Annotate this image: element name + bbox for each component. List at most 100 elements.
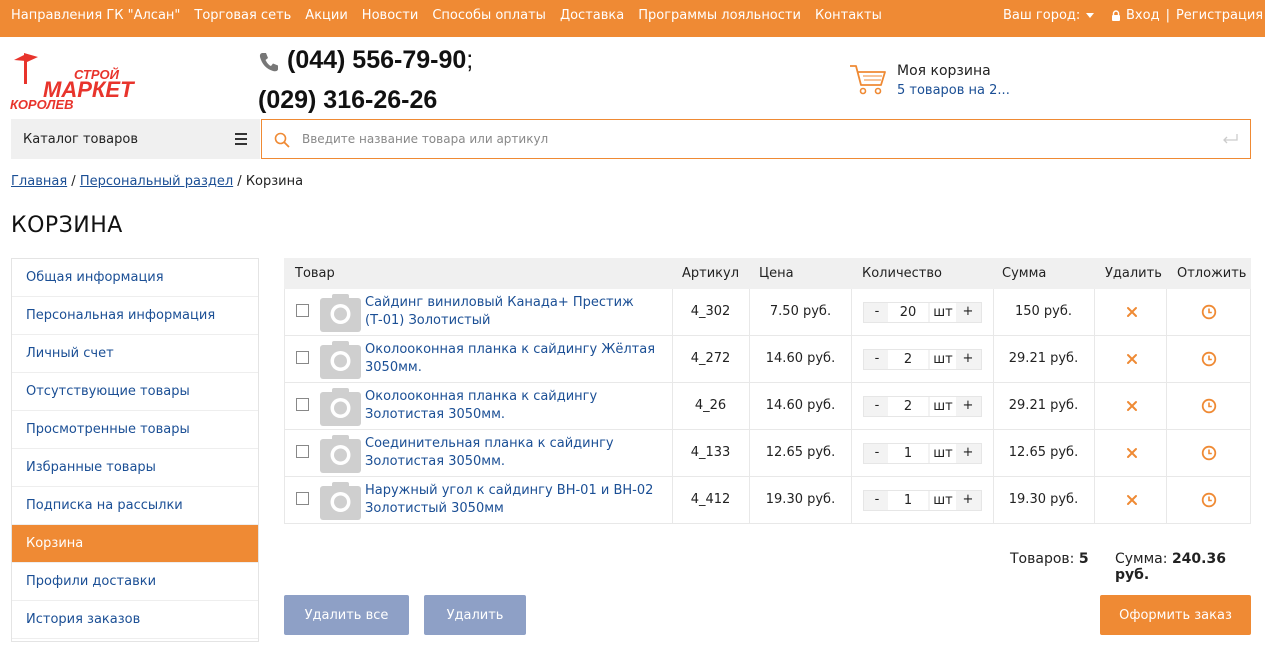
quantity-increase-button[interactable]: + bbox=[958, 304, 978, 319]
search-input[interactable] bbox=[302, 128, 1202, 150]
cart-summary-link[interactable]: 5 товаров на 2... bbox=[897, 83, 1010, 98]
row-checkbox[interactable] bbox=[296, 351, 309, 364]
column-divider bbox=[1094, 336, 1095, 383]
product-name-link[interactable]: Околооконная планка к сайдингу Золотиста… bbox=[365, 388, 665, 424]
logo[interactable]: СТРОЙ МАРКЕТ КОРОЛЕВ bbox=[10, 52, 140, 110]
topnav-link-promos[interactable]: Акции bbox=[305, 8, 348, 23]
table-row: Наружный угол к сайдингу ВН-01 и ВН-02 З… bbox=[284, 477, 1251, 524]
product-name-link[interactable]: Сайдинг виниловый Канада+ Престиж (Т-01)… bbox=[365, 294, 665, 330]
quantity-increase-button[interactable]: + bbox=[958, 492, 978, 507]
product-name-link[interactable]: Околооконная планка к сайдингу Жёлтая 30… bbox=[365, 341, 665, 377]
login-link[interactable]: Вход bbox=[1126, 8, 1160, 23]
quantity-decrease-button[interactable]: - bbox=[867, 351, 887, 366]
topnav-link-payment[interactable]: Способы оплаты bbox=[432, 8, 546, 23]
topnav-link-delivery[interactable]: Доставка bbox=[560, 8, 624, 23]
quantity-input[interactable]: 1 bbox=[888, 444, 928, 463]
phone-separator: ; bbox=[466, 46, 474, 74]
sidebar: Общая информация Персональная информация… bbox=[11, 258, 259, 642]
clock-icon[interactable] bbox=[1201, 398, 1217, 414]
quantity-unit: шт bbox=[930, 444, 956, 463]
svg-text:КОРОЛЕВ: КОРОЛЕВ bbox=[10, 97, 74, 110]
phone-secondary[interactable]: (029) 316-26-26 bbox=[258, 86, 437, 115]
sidebar-item-missing[interactable]: Отсутствующие товары bbox=[12, 373, 258, 411]
product-name-link[interactable]: Соединительная планка к сайдингу Золотис… bbox=[365, 435, 665, 471]
close-icon[interactable] bbox=[1125, 305, 1139, 319]
topnav-link-contacts[interactable]: Контакты bbox=[815, 8, 882, 23]
column-divider bbox=[851, 430, 852, 477]
column-divider bbox=[1166, 383, 1167, 430]
row-checkbox[interactable] bbox=[296, 492, 309, 505]
catalog-button[interactable]: Каталог товаров bbox=[11, 119, 260, 159]
product-article: 4_26 bbox=[694, 398, 727, 413]
column-header-quantity: Количество bbox=[862, 266, 942, 281]
clock-icon[interactable] bbox=[1201, 492, 1217, 508]
quantity-input[interactable]: 2 bbox=[888, 350, 928, 369]
topnav-link-news[interactable]: Новости bbox=[362, 8, 419, 23]
clock-icon[interactable] bbox=[1201, 445, 1217, 461]
register-link[interactable]: Регистрация bbox=[1176, 8, 1263, 23]
sidebar-item-personal-info[interactable]: Персональная информация bbox=[12, 297, 258, 335]
phone-primary[interactable]: (044) 556-79-90; bbox=[287, 46, 473, 75]
table-row: Соединительная планка к сайдингу Золотис… bbox=[284, 430, 1251, 477]
quantity-increase-button[interactable]: + bbox=[958, 445, 978, 460]
table-row: Сайдинг виниловый Канада+ Престиж (Т-01)… bbox=[284, 289, 1251, 336]
sidebar-item-viewed[interactable]: Просмотренные товары bbox=[12, 411, 258, 449]
table-row: Околооконная планка к сайдингу Жёлтая 30… bbox=[284, 336, 1251, 383]
product-price: 14.60 руб. bbox=[765, 398, 836, 413]
quantity-stepper: - 1 шт + bbox=[863, 443, 982, 464]
sidebar-item-order-history[interactable]: История заказов bbox=[12, 601, 258, 639]
quantity-input[interactable]: 1 bbox=[888, 491, 928, 510]
quantity-input[interactable]: 2 bbox=[888, 397, 928, 416]
product-sum: 29.21 руб. bbox=[1008, 398, 1079, 413]
delete-all-button[interactable]: Удалить все bbox=[284, 595, 409, 635]
row-checkbox[interactable] bbox=[296, 304, 309, 317]
quantity-decrease-button[interactable]: - bbox=[867, 445, 887, 460]
sidebar-item-account[interactable]: Личный счет bbox=[12, 335, 258, 373]
quantity-decrease-button[interactable]: - bbox=[867, 304, 887, 319]
clock-icon[interactable] bbox=[1201, 304, 1217, 320]
quantity-decrease-button[interactable]: - bbox=[867, 492, 887, 507]
column-divider bbox=[851, 336, 852, 383]
page-title: КОРЗИНА bbox=[11, 213, 123, 238]
city-selector[interactable]: Ваш город: bbox=[1003, 0, 1095, 31]
column-divider bbox=[1094, 477, 1095, 524]
photo-placeholder-icon[interactable] bbox=[320, 293, 361, 332]
row-checkbox[interactable] bbox=[296, 398, 309, 411]
photo-placeholder-icon[interactable] bbox=[320, 340, 361, 379]
breadcrumb-separator: / bbox=[67, 174, 80, 189]
quantity-decrease-button[interactable]: - bbox=[867, 398, 887, 413]
quantity-input[interactable]: 20 bbox=[888, 303, 928, 322]
auth-separator: | bbox=[1165, 8, 1170, 23]
close-icon[interactable] bbox=[1125, 493, 1139, 507]
close-icon[interactable] bbox=[1125, 446, 1139, 460]
photo-placeholder-icon[interactable] bbox=[320, 434, 361, 473]
quantity-increase-button[interactable]: + bbox=[958, 398, 978, 413]
sidebar-item-delivery-profiles[interactable]: Профили доставки bbox=[12, 563, 258, 601]
clock-icon[interactable] bbox=[1201, 351, 1217, 367]
breadcrumb-personal[interactable]: Персональный раздел bbox=[80, 174, 233, 189]
product-name-link[interactable]: Наружный угол к сайдингу ВН-01 и ВН-02 З… bbox=[365, 482, 665, 518]
sidebar-item-general[interactable]: Общая информация bbox=[12, 259, 258, 297]
cart-icon[interactable] bbox=[849, 63, 887, 97]
checkout-button[interactable]: Оформить заказ bbox=[1100, 595, 1251, 635]
sidebar-item-cart[interactable]: Корзина bbox=[12, 525, 258, 563]
topnav-link-loyalty[interactable]: Программы лояльности bbox=[638, 8, 801, 23]
enter-icon[interactable] bbox=[1222, 133, 1238, 145]
photo-placeholder-icon[interactable] bbox=[320, 481, 361, 520]
close-icon[interactable] bbox=[1125, 399, 1139, 413]
phone-icon bbox=[259, 53, 278, 72]
cart-title[interactable]: Моя корзина bbox=[897, 63, 991, 79]
topnav-link-retail[interactable]: Торговая сеть bbox=[194, 8, 291, 23]
product-sum: 29.21 руб. bbox=[1008, 351, 1079, 366]
column-divider bbox=[851, 477, 852, 524]
quantity-stepper: - 2 шт + bbox=[863, 349, 982, 370]
delete-button[interactable]: Удалить bbox=[424, 595, 526, 635]
breadcrumb-home[interactable]: Главная bbox=[11, 174, 67, 189]
sidebar-item-favorites[interactable]: Избранные товары bbox=[12, 449, 258, 487]
sidebar-item-subscriptions[interactable]: Подписка на рассылки bbox=[12, 487, 258, 525]
photo-placeholder-icon[interactable] bbox=[320, 387, 361, 426]
close-icon[interactable] bbox=[1125, 352, 1139, 366]
quantity-increase-button[interactable]: + bbox=[958, 351, 978, 366]
row-checkbox[interactable] bbox=[296, 445, 309, 458]
topnav-link-alsan[interactable]: Направления ГК "Алсан" bbox=[11, 8, 180, 23]
